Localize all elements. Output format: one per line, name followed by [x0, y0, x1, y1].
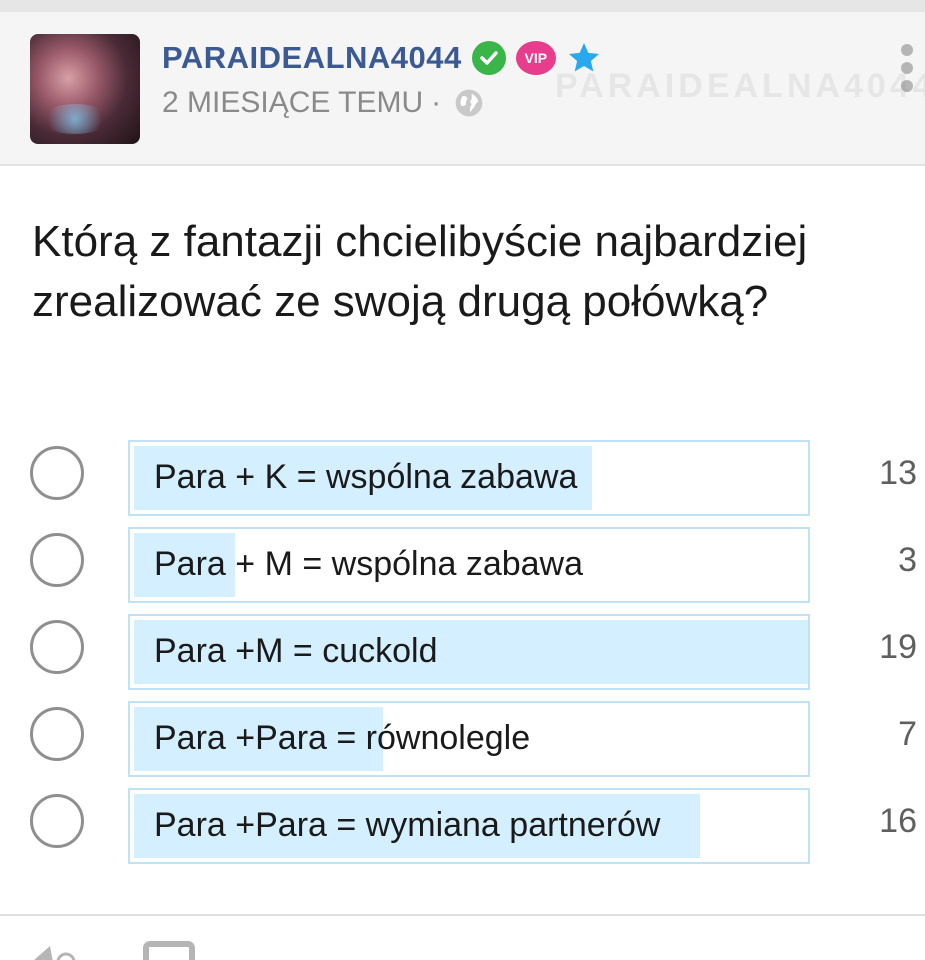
footer-divider — [0, 914, 925, 916]
post-time: 2 MIESIĄCE TEMU — [162, 86, 424, 119]
meta-separator: · — [431, 86, 442, 119]
vip-badge: VIP — [515, 41, 556, 75]
comment-icon[interactable] — [140, 938, 200, 960]
vote-count: 7 — [898, 715, 917, 753]
radio-button[interactable] — [30, 620, 84, 674]
poll-option-bar[interactable]: Para +Para = równolegle — [128, 701, 810, 777]
status-strip — [0, 0, 925, 12]
username[interactable]: PARAIDEALNA4044 — [162, 40, 462, 76]
radio-button[interactable] — [30, 707, 84, 761]
like-icon[interactable] — [20, 938, 80, 960]
username-row: PARAIDEALNA4044 VIP — [162, 38, 602, 78]
poll-option-bar[interactable]: Para +Para = wymiana partnerów — [128, 788, 810, 864]
radio-button[interactable] — [30, 446, 84, 500]
poll-option[interactable]: Para +Para = wymiana partnerów 16 — [0, 788, 925, 866]
poll-option[interactable]: Para +M = cuckold 19 — [0, 614, 925, 692]
poll-option-label: Para +Para = wymiana partnerów — [154, 806, 661, 844]
verified-check-icon — [471, 41, 506, 75]
radio-button[interactable] — [30, 794, 84, 848]
post-header: PARAIDEALNA4044 VIP 2 MIESIĄCE TEMU · PA… — [0, 12, 925, 166]
vote-count: 16 — [879, 802, 917, 840]
avatar[interactable] — [30, 34, 140, 144]
poll-option-bar[interactable]: Para +M = cuckold — [128, 614, 810, 690]
poll-option[interactable]: Para + K = wspólna zabawa 13 — [0, 440, 925, 518]
poll-option-label: Para + M = wspólna zabawa — [154, 545, 584, 583]
watermark: PARAIDEALNA4044 — [555, 67, 925, 105]
poll-option-label: Para +M = cuckold — [154, 632, 438, 670]
poll-option[interactable]: Para +Para = równolegle 7 — [0, 701, 925, 779]
poll-question: Którą z fantazji chcielibyście najbardzi… — [32, 217, 808, 326]
post-meta: 2 MIESIĄCE TEMU · — [162, 86, 485, 120]
poll-option-bar[interactable]: Para + M = wspólna zabawa — [128, 527, 810, 603]
globe-icon — [453, 87, 485, 119]
vote-count: 19 — [879, 628, 917, 666]
poll-option-label: Para + K = wspólna zabawa — [154, 458, 578, 496]
vote-count: 13 — [879, 454, 917, 492]
radio-button[interactable] — [30, 533, 84, 587]
poll-option[interactable]: Para + M = wspólna zabawa 3 — [0, 527, 925, 605]
vote-count: 3 — [898, 541, 917, 579]
footer-actions — [20, 938, 200, 960]
poll-option-label: Para +Para = równolegle — [154, 719, 531, 757]
poll-option-bar[interactable]: Para + K = wspólna zabawa — [128, 440, 810, 516]
